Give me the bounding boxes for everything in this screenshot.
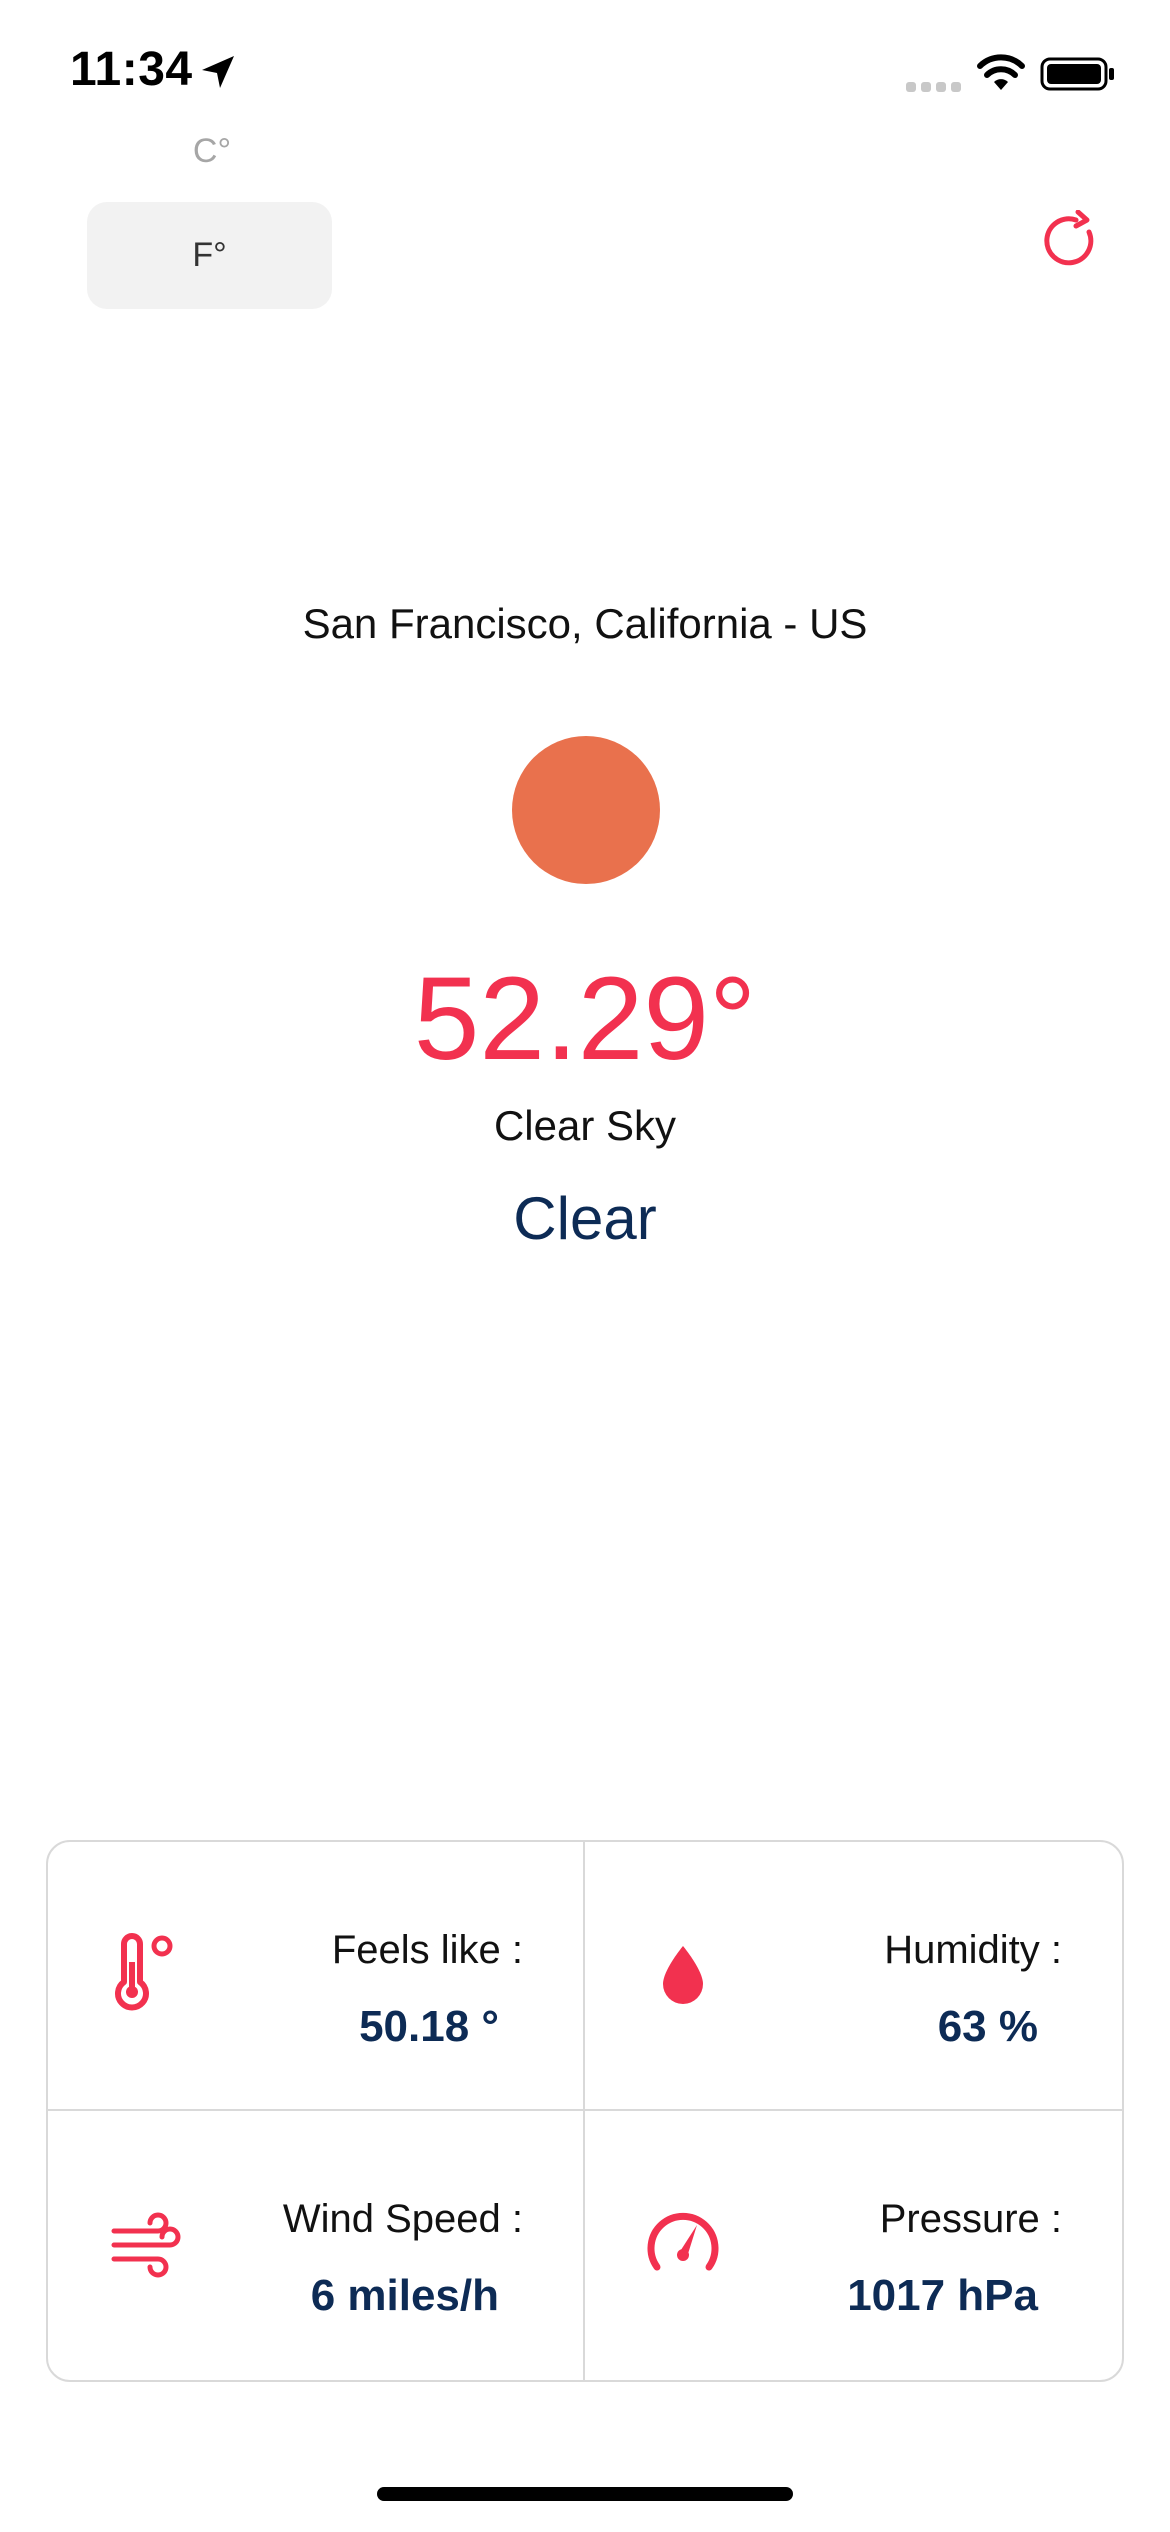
feels-like-card: Feels like : 50.18 ° [48,1842,585,2111]
weather-main: Clear [513,1185,657,1252]
celsius-option[interactable]: C° [186,132,238,171]
location-arrow-icon [202,56,234,88]
battery-icon [1040,57,1114,91]
fahrenheit-button[interactable]: F° [87,202,332,309]
water-drop-icon [663,1946,703,2004]
status-time: 11:34 [70,43,193,96]
weather-screen: 11:34 C° F° San Francisco, California - … [0,0,1170,2532]
home-indicator[interactable] [377,2487,793,2501]
humidity-card: Humidity : 63 % [585,1842,1122,2111]
fahrenheit-label: F° [192,236,227,274]
details-grid: Feels like : 50.18 ° Humidity : 63 % Win… [46,1840,1124,2382]
weather-description: Clear Sky [493,1102,677,1149]
humidity-value: 63 % [937,2002,1038,2051]
wind-speed-value: 6 miles/h [310,2271,499,2320]
feels-like-value: 50.18 ° [359,2002,499,2051]
wifi-icon [977,54,1025,90]
wind-icon [111,2212,181,2278]
refresh-icon[interactable] [1040,210,1102,272]
pressure-label: Pressure : [879,2197,1062,2241]
wind-speed-label: Wind Speed : [282,2197,523,2241]
humidity-label: Humidity : [884,1928,1062,1972]
pressure-value: 1017 hPa [847,2271,1038,2320]
wind-speed-card: Wind Speed : 6 miles/h [48,2111,585,2380]
location-label: San Francisco, California - US [302,600,868,647]
thermometer-icon [115,1933,173,2011]
cellular-signal-icon [906,82,961,92]
feels-like-label: Feels like : [331,1928,523,1972]
weather-sun-icon [512,736,660,884]
temperature-value: 52.29° [413,953,757,1085]
pressure-card: Pressure : 1017 hPa [585,2111,1122,2380]
speedometer-icon [647,2212,719,2271]
